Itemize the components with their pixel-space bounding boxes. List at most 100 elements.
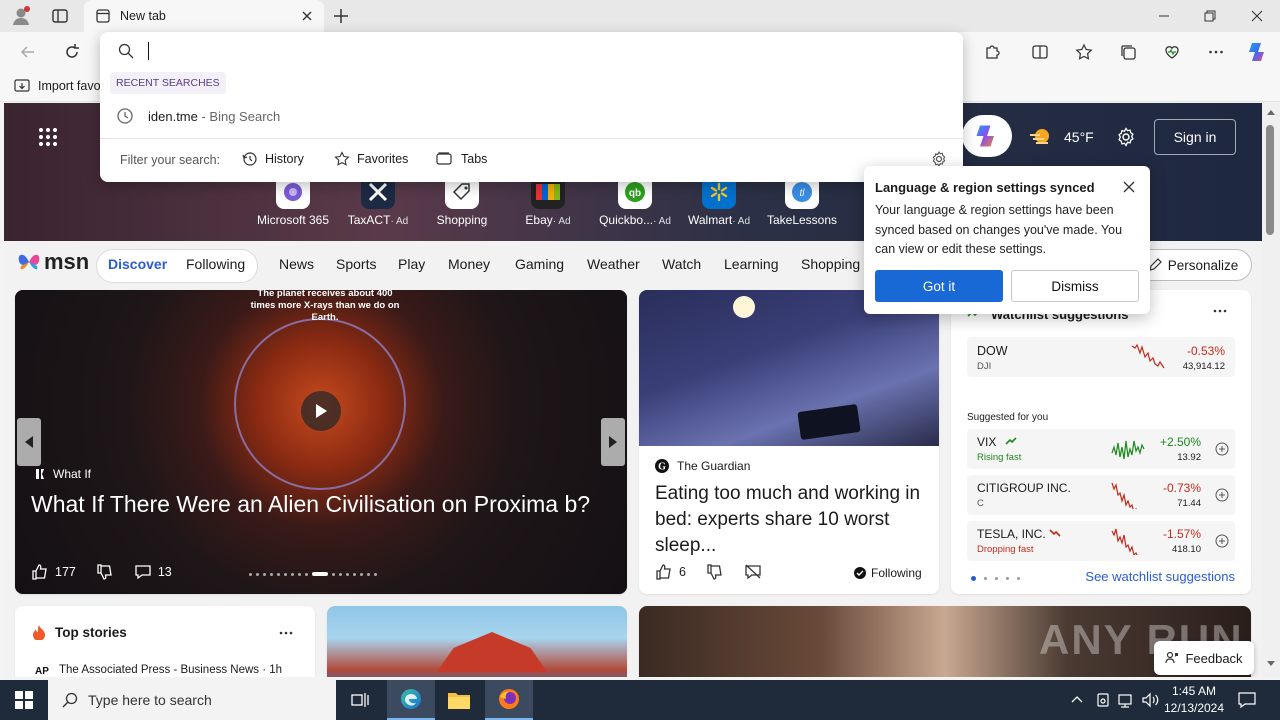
- article-title[interactable]: Eating too much and working in bed: expe…: [655, 481, 925, 559]
- hero-title[interactable]: What If There Were an Alien Civilisation…: [31, 489, 611, 520]
- add-watchlist-icon[interactable]: [1215, 534, 1229, 548]
- profile-icon[interactable]: [10, 5, 32, 27]
- taskbar-tray-icon[interactable]: [1095, 692, 1111, 708]
- collections-icon[interactable]: [1114, 38, 1142, 66]
- watchlist-more-icon[interactable]: [1213, 309, 1227, 313]
- apps-grid-icon[interactable]: [38, 127, 58, 147]
- sign-in-button[interactable]: Sign in: [1154, 119, 1236, 155]
- comment-icon[interactable]: [134, 563, 152, 581]
- index-name: DOW: [977, 344, 1008, 358]
- split-screen-icon[interactable]: [1026, 38, 1054, 66]
- edge-taskbar-icon[interactable]: [387, 680, 435, 720]
- close-tab-icon[interactable]: [300, 9, 314, 23]
- nav-sports[interactable]: Sports: [336, 256, 376, 272]
- quicklink-microsoft-365[interactable]: Microsoft 365: [253, 175, 333, 227]
- quicklink-shopping[interactable]: Shopping: [422, 175, 502, 227]
- nav-learning[interactable]: Learning: [724, 256, 779, 272]
- add-watchlist-icon[interactable]: [1215, 488, 1229, 502]
- settings-gear-icon[interactable]: [1116, 127, 1136, 147]
- file-explorer-icon[interactable]: [435, 680, 483, 720]
- watchlist-item-tesla[interactable]: TESLA, INC. Dropping fast -1.57% 418.10: [967, 521, 1235, 561]
- minimize-button[interactable]: [1141, 0, 1187, 32]
- comments-off-icon[interactable]: [744, 563, 762, 581]
- close-window-button[interactable]: [1234, 0, 1280, 32]
- tab-actions-icon[interactable]: [50, 6, 70, 26]
- recent-search-item[interactable]: iden.tme - Bing Search: [100, 102, 963, 130]
- show-hidden-icons[interactable]: [1070, 693, 1084, 707]
- back-icon[interactable]: [14, 38, 42, 66]
- dropdown-settings-gear-icon[interactable]: [931, 151, 947, 167]
- feedback-button[interactable]: Feedback: [1154, 641, 1254, 675]
- dismiss-button[interactable]: Dismiss: [1011, 270, 1139, 302]
- quicklink-taxact[interactable]: TaxACT· Ad: [338, 175, 418, 227]
- taskbar-search-box[interactable]: Type here to search: [48, 680, 336, 720]
- index-price: 43,914.12: [1182, 361, 1225, 372]
- filter-history[interactable]: History: [242, 151, 304, 167]
- clock[interactable]: 1:45 AM 12/13/2024: [1160, 683, 1228, 717]
- quicklink-ebay[interactable]: Ebay· Ad: [508, 175, 588, 227]
- watchlist-index-row[interactable]: DOW DJI -0.53% 43,914.12: [967, 337, 1235, 377]
- image-card-great-wall[interactable]: [327, 606, 627, 677]
- nav-play[interactable]: Play: [398, 256, 425, 272]
- refresh-icon[interactable]: [58, 38, 86, 66]
- more-menu-icon[interactable]: [1202, 38, 1230, 66]
- favorites-star-icon[interactable]: [1070, 38, 1098, 66]
- task-view-icon[interactable]: [336, 680, 384, 720]
- hero-source[interactable]: What If: [35, 467, 91, 481]
- add-watchlist-icon[interactable]: [1215, 442, 1229, 456]
- thumbs-up-icon[interactable]: [31, 563, 49, 581]
- extensions-icon[interactable]: [978, 38, 1006, 66]
- watchlist-item-citigroup[interactable]: CITIGROUP INC. C -0.73% 71.44: [967, 475, 1235, 515]
- got-it-button[interactable]: Got it: [875, 270, 1003, 302]
- nav-news[interactable]: News: [279, 256, 314, 272]
- popup-close-icon[interactable]: [1122, 180, 1136, 194]
- copilot-circle-button[interactable]: [962, 115, 1012, 157]
- thumbs-up-icon[interactable]: [655, 563, 673, 581]
- story-source[interactable]: The Associated Press - Business News · 1…: [59, 664, 282, 676]
- guardian-logo-icon: G: [655, 459, 669, 473]
- quicklink-walmart[interactable]: Walmart· Ad: [679, 175, 759, 227]
- restore-button[interactable]: [1187, 0, 1233, 32]
- nav-weather[interactable]: Weather: [587, 256, 640, 272]
- volume-icon[interactable]: [1142, 692, 1160, 708]
- tab-discover[interactable]: Discover: [108, 256, 167, 272]
- firefox-icon[interactable]: [485, 680, 533, 720]
- network-icon[interactable]: [1118, 692, 1136, 708]
- tab-new-tab[interactable]: New tab: [84, 0, 324, 32]
- filter-label: Filter your search:: [120, 153, 221, 167]
- quicklink-takelessons[interactable]: tl TakeLessons: [762, 175, 842, 227]
- watchlist-item-vix[interactable]: VIX Rising fast +2.50% 13.92: [967, 429, 1235, 469]
- copilot-icon[interactable]: [1244, 38, 1272, 66]
- weather-widget[interactable]: 45°F: [1028, 125, 1094, 149]
- personalize-button[interactable]: Personalize: [1134, 249, 1252, 281]
- vertical-scrollbar[interactable]: [1262, 103, 1280, 677]
- import-favorites-link[interactable]: Import favo: [38, 79, 101, 93]
- filter-tabs[interactable]: Tabs: [436, 151, 487, 167]
- carousel-next-button[interactable]: [601, 418, 625, 466]
- top-stories-more-icon[interactable]: [279, 631, 293, 635]
- nav-watch[interactable]: Watch: [662, 256, 701, 272]
- address-input[interactable]: [146, 38, 946, 64]
- filter-favorites[interactable]: Favorites: [334, 151, 408, 167]
- quicklink-quickbooks[interactable]: qb Quickbo...· Ad: [595, 175, 675, 227]
- play-button[interactable]: [301, 391, 341, 431]
- see-watchlist-link[interactable]: See watchlist suggestions: [1085, 569, 1235, 584]
- nav-shopping[interactable]: Shopping: [801, 256, 860, 272]
- article-card[interactable]: G The Guardian Eating too much and worki…: [639, 290, 939, 594]
- thumbs-down-icon[interactable]: [96, 563, 114, 581]
- start-button[interactable]: [0, 680, 48, 720]
- notification-center-icon[interactable]: [1238, 692, 1256, 708]
- thumbs-down-icon[interactable]: [706, 563, 724, 581]
- nav-money[interactable]: Money: [448, 256, 490, 272]
- new-tab-plus-icon[interactable]: [332, 7, 350, 25]
- tab-following[interactable]: Following: [186, 256, 245, 272]
- msn-logo[interactable]: msn: [16, 249, 89, 275]
- carousel-prev-button[interactable]: [17, 418, 41, 466]
- performance-icon[interactable]: [1158, 38, 1186, 66]
- following-status[interactable]: Following: [854, 566, 922, 580]
- hero-video-card[interactable]: The planet receives about 400 times more…: [15, 290, 627, 594]
- nav-gaming[interactable]: Gaming: [515, 256, 564, 272]
- recent-searches-header: RECENT SEARCHES: [110, 72, 226, 94]
- article-source[interactable]: G The Guardian: [655, 459, 750, 473]
- scrollbar-thumb[interactable]: [1266, 125, 1274, 235]
